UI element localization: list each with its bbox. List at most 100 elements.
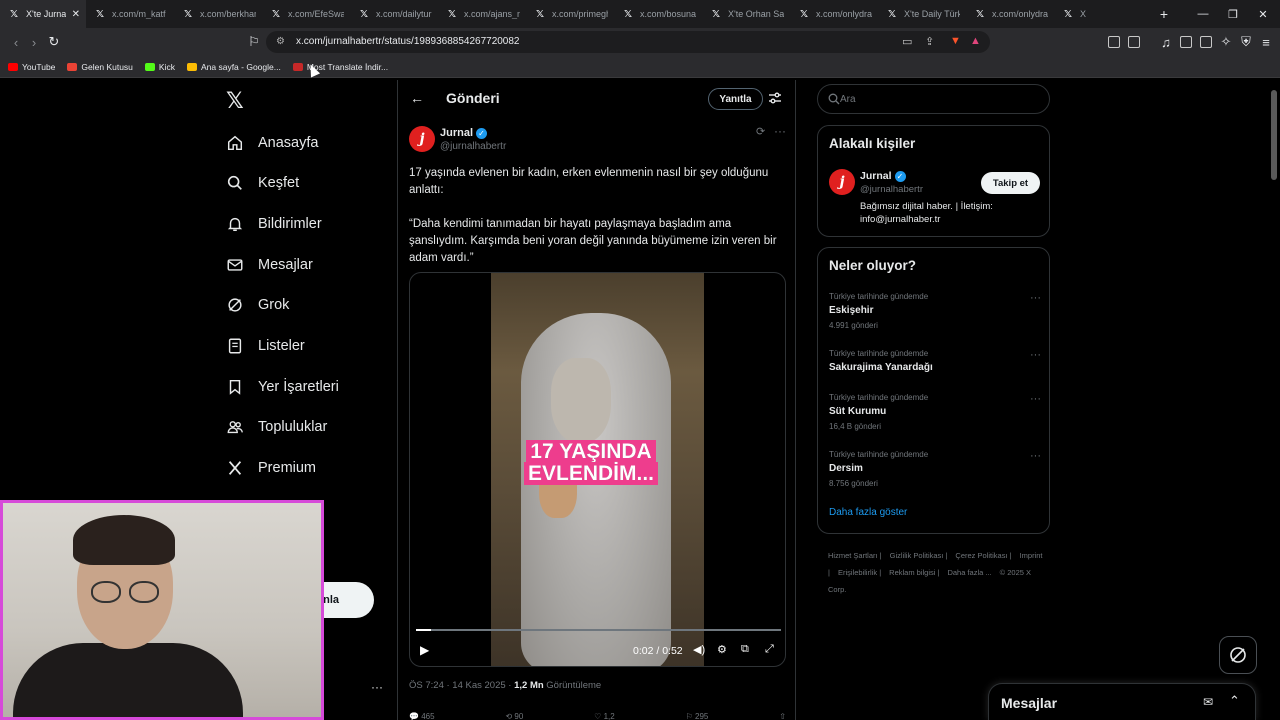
tab-title: x.com/primegh: [552, 9, 608, 19]
footer-link[interactable]: Hizmet Şartları |: [828, 551, 882, 560]
bookmark-item[interactable]: YouTube: [8, 62, 55, 72]
nav-item-mail[interactable]: Mesajlar: [226, 253, 313, 277]
pip-icon[interactable]: ⧉: [741, 643, 749, 656]
footer-link[interactable]: Reklam bilgisi |: [889, 568, 939, 577]
video-player[interactable]: 17 YAŞINDA EVLENDİM... ▶ 0:02 / 0:52 ◀) …: [409, 272, 786, 667]
browser-tab[interactable]: 𝕏x.com/primegh: [526, 0, 614, 28]
browser-tab[interactable]: 𝕏 X'te Orhan San: [702, 0, 790, 28]
nav-item-home[interactable]: Anasayfa: [226, 131, 318, 155]
menu-icon[interactable]: ≡: [1258, 34, 1274, 50]
video-progress-track[interactable]: [416, 629, 781, 631]
video-settings-icon[interactable]: ⚙: [717, 643, 727, 656]
nav-item-grok[interactable]: Grok: [226, 293, 289, 317]
back-icon[interactable]: ‹: [8, 34, 24, 50]
leo-ai-icon[interactable]: ✧: [1218, 34, 1234, 50]
nav-item-list[interactable]: Listeler: [226, 334, 305, 358]
show-more-link[interactable]: Daha fazla göster: [829, 507, 907, 518]
vpn-icon[interactable]: ⛨: [1238, 34, 1254, 50]
cast-icon[interactable]: ▭: [902, 35, 912, 48]
extensions-icon[interactable]: [1108, 36, 1120, 48]
related-name-row[interactable]: Jurnal ✓: [860, 170, 906, 182]
trend-more-icon[interactable]: ···: [1030, 292, 1041, 304]
author-avatar[interactable]: j: [409, 126, 435, 152]
nav-item-bookmark[interactable]: Yer İşaretleri: [226, 375, 339, 399]
x-favicon-icon: 𝕏: [536, 8, 545, 20]
brave-shield-icon[interactable]: ▼: [950, 35, 961, 47]
settings-sliders-icon[interactable]: [768, 91, 782, 105]
browser-tab[interactable]: 𝕏x.com/EfeSwan: [262, 0, 350, 28]
play-icon[interactable]: ▶: [420, 643, 429, 657]
wallet-icon[interactable]: [1200, 36, 1212, 48]
reply-button[interactable]: Yanıtla: [708, 88, 763, 110]
webcam-person-hair: [73, 515, 175, 565]
browser-tab[interactable]: 𝕏X: [1054, 0, 1142, 28]
minimize-button[interactable]: —: [1188, 0, 1218, 28]
share-action[interactable]: ⇧: [779, 712, 786, 720]
like-action[interactable]: ♡ 1,2: [594, 712, 615, 720]
nav-item-search[interactable]: Keşfet: [226, 171, 299, 195]
brave-rewards-icon[interactable]: ▲: [970, 35, 981, 47]
maximize-button[interactable]: ❐: [1218, 0, 1248, 28]
close-window-button[interactable]: ✕: [1248, 0, 1278, 28]
trend-item[interactable]: Türkiye tarihinde gündemde Eskişehir 4.991…: [829, 292, 1041, 330]
browser-tab[interactable]: 𝕏 X'te Daily Türk: [878, 0, 966, 28]
volume-icon[interactable]: ◀): [693, 643, 705, 656]
post-timestamp[interactable]: ÖS 7:24 · 14 Kas 2025 ·: [409, 680, 514, 691]
expand-chevron-icon[interactable]: ⌃: [1229, 693, 1240, 709]
bookmark-item[interactable]: Ana sayfa - Google...: [186, 62, 281, 72]
trend-item[interactable]: Türkiye tarihinde gündemde Süt Kurumu 16,4…: [829, 393, 1041, 431]
author-handle[interactable]: @jurnalhabertr: [440, 141, 506, 152]
account-more-icon[interactable]: ···: [371, 680, 383, 694]
browser-tab[interactable]: 𝕏x.com/onlydran: [966, 0, 1054, 28]
bookmark-page-icon[interactable]: ⚐: [246, 34, 262, 50]
bookmark-item[interactable]: Kick: [144, 62, 175, 72]
author-name-row[interactable]: Jurnal ✓: [440, 127, 488, 139]
trend-more-icon[interactable]: ···: [1030, 349, 1041, 361]
reader-icon[interactable]: [1180, 36, 1192, 48]
new-message-icon[interactable]: ✉: [1203, 695, 1213, 709]
fullscreen-icon[interactable]: ⤢: [765, 643, 774, 656]
trend-more-icon[interactable]: ···: [1030, 450, 1041, 462]
bookmark-action[interactable]: ⚐ 295: [686, 712, 709, 720]
messages-drawer[interactable]: Mesajlar ✉ ⌃: [988, 683, 1256, 720]
search-input[interactable]: Ara: [817, 84, 1050, 114]
browser-tab[interactable]: 𝕏x.com/ajans_m: [438, 0, 526, 28]
footer-link[interactable]: Gizlilik Politikası |: [890, 551, 948, 560]
bookmark-item[interactable]: Gelen Kutusu: [67, 62, 133, 72]
browser-tab[interactable]: 𝕏x.com/m_katf: [86, 0, 174, 28]
browser-tab[interactable]: 𝕏 X'te Jurnal ✕: [0, 0, 86, 28]
related-handle[interactable]: @jurnalhabertr: [860, 184, 923, 195]
footer-link[interactable]: Çerez Politikası |: [955, 551, 1011, 560]
related-avatar[interactable]: j: [829, 169, 855, 195]
nav-item-x[interactable]: Premium: [226, 456, 316, 480]
media-icon[interactable]: ♫: [1158, 34, 1174, 50]
browser-tab[interactable]: 𝕏x.com/dailyturk: [350, 0, 438, 28]
footer-link[interactable]: Erişilebilirlik |: [838, 568, 881, 577]
forward-icon[interactable]: ›: [26, 34, 42, 50]
browser-tab[interactable]: 𝕏x.com/bosunat: [614, 0, 702, 28]
repost-action[interactable]: ⟲ 90: [505, 712, 523, 720]
trend-more-icon[interactable]: ···: [1030, 393, 1041, 405]
page-scrollbar[interactable]: [1271, 90, 1277, 180]
back-arrow-icon[interactable]: ←: [410, 90, 424, 106]
grok-floating-button[interactable]: [1219, 636, 1257, 674]
reply-action[interactable]: 💬 465: [409, 712, 435, 720]
share-icon[interactable]: ⇪: [925, 35, 934, 48]
nav-item-bell[interactable]: Bildirimler: [226, 212, 322, 236]
new-tab-button[interactable]: +: [1150, 0, 1178, 28]
sidebar-toggle-icon[interactable]: [1128, 36, 1140, 48]
close-tab-icon[interactable]: ✕: [72, 9, 80, 20]
nav-item-people[interactable]: Topluluklar: [226, 415, 327, 439]
browser-tab[interactable]: 𝕏x.com/berkhan: [174, 0, 262, 28]
more-options-icon[interactable]: ···: [774, 124, 786, 138]
footer-link[interactable]: Daha fazla ...: [947, 568, 991, 577]
reload-icon[interactable]: ↻: [46, 34, 62, 50]
trend-item[interactable]: Türkiye tarihinde gündemde Dersim 8.756 gö…: [829, 450, 1041, 488]
trend-item[interactable]: Türkiye tarihinde gündemde Sakurajima Yan…: [829, 349, 1041, 373]
site-info-icon[interactable]: ⚙: [276, 36, 285, 47]
follow-button[interactable]: Takip et: [981, 172, 1040, 194]
browser-tab[interactable]: 𝕏x.com/onlydran: [790, 0, 878, 28]
grok-explain-icon[interactable]: ⟳: [756, 125, 765, 138]
url-bar[interactable]: ⚙ x.com/jurnalhabertr/status/19893688542…: [266, 31, 990, 53]
x-logo-icon[interactable]: 𝕏: [226, 88, 244, 114]
